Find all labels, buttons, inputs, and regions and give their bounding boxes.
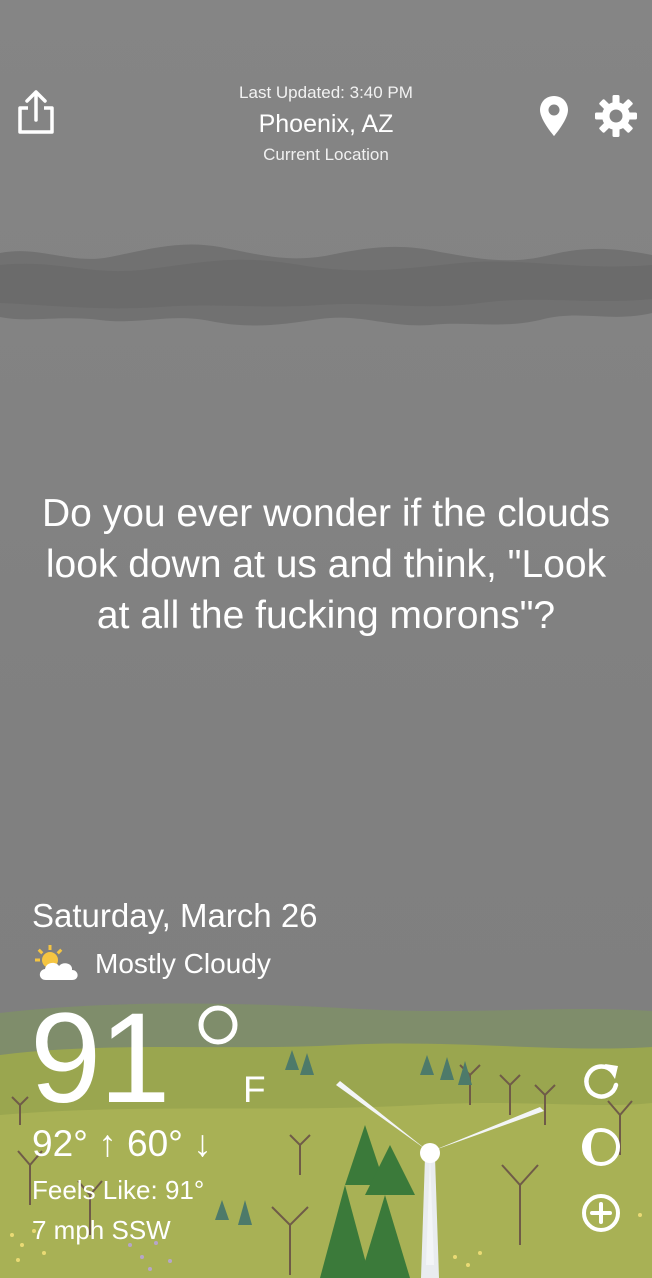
header: Last Updated: 3:40 PM Phoenix, AZ Curren… <box>0 0 652 180</box>
condition-text: Mostly Cloudy <box>95 948 271 979</box>
weather-quote: Do you ever wonder if the clouds look do… <box>42 492 610 637</box>
location-pin-icon[interactable] <box>538 94 570 138</box>
high-low-temperature: 92° ↑ 60° ↓ <box>32 1123 212 1164</box>
add-icon[interactable] <box>578 1190 624 1236</box>
cloud-band <box>0 244 652 326</box>
moon-phase-icon[interactable] <box>578 1124 624 1170</box>
degree-symbol <box>198 1005 238 1045</box>
feels-like-text: Feels Like: 91° <box>32 1175 205 1205</box>
weather-screen: Last Updated: 3:40 PM Phoenix, AZ Curren… <box>0 0 652 1278</box>
refresh-icon[interactable] <box>578 1058 624 1104</box>
forecast-date: Saturday, March 26 <box>32 897 318 934</box>
location-source: Current Location <box>263 145 389 164</box>
wind-text: 7 mph SSW <box>32 1215 171 1245</box>
temperature-unit[interactable]: F <box>243 1069 266 1111</box>
gear-icon[interactable] <box>594 94 638 138</box>
partly-cloudy-icon <box>35 945 78 980</box>
current-temperature: 91 <box>30 987 170 1130</box>
